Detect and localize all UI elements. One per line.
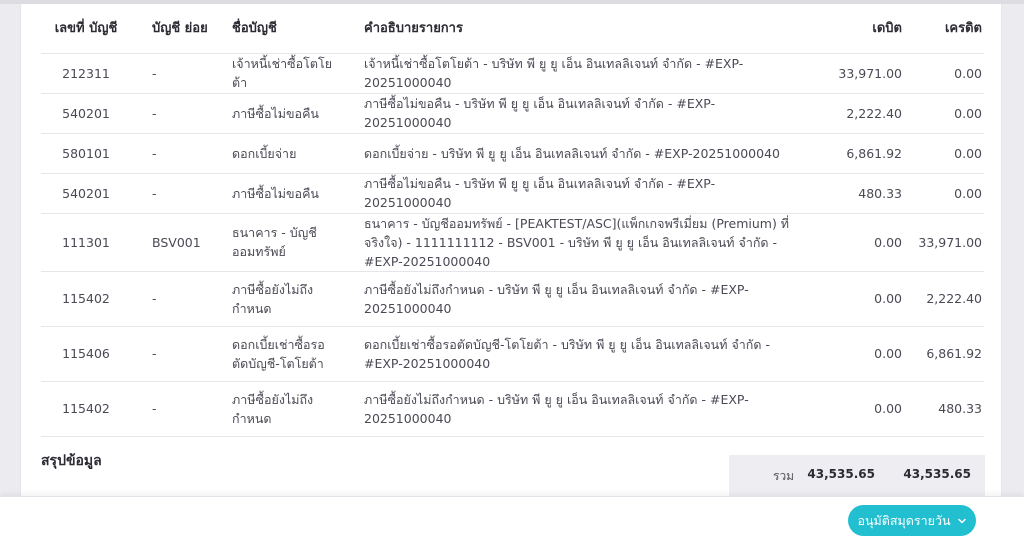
account-name-cell: ภาษีซื้อยังไม่ถึงกำหนด xyxy=(211,381,343,437)
sub-account-cell: - xyxy=(131,271,211,327)
header-account-name: ชื่อบัญชี xyxy=(211,4,343,54)
header-debit: เดบิต xyxy=(806,4,904,54)
sub-account-cell: - xyxy=(131,381,211,437)
credit-cell: 2,222.40 xyxy=(904,271,984,327)
debit-cell: 0.00 xyxy=(806,326,904,382)
account-name-cell: ดอกเบี้ยเช่าซื้อรอตัดบัญชี-โตโยต้า xyxy=(211,326,343,382)
account-no-cell: 212311 xyxy=(41,53,131,94)
summary-title: สรุปข้อมูล xyxy=(41,453,102,469)
description-cell: ภาษีซื้อไม่ขอคืน - บริษัท พี ยู ยู เอ็น … xyxy=(343,173,806,214)
table-row: 540201 - ภาษีซื้อไม่ขอคืน ภาษีซื้อไม่ขอค… xyxy=(41,173,984,214)
credit-cell: 6,861.92 xyxy=(904,326,984,382)
sub-account-cell: - xyxy=(131,93,211,134)
chevron-down-icon xyxy=(957,516,967,526)
action-footer: อนุมัติสมุดรายวัน xyxy=(0,496,1024,542)
account-name-cell: ดอกเบี้ยจ่าย xyxy=(211,133,343,174)
description-cell: ภาษีซื้อยังไม่ถึงกำหนด - บริษัท พี ยู ยู… xyxy=(343,271,806,327)
credit-cell: 0.00 xyxy=(904,133,984,174)
header-description: คำอธิบายรายการ xyxy=(343,4,806,54)
table-header-row: เลขที่ บัญชี บัญชี ย่อย ชื่อบัญชี คำอธิบ… xyxy=(41,4,984,54)
header-credit: เครดิต xyxy=(904,4,984,54)
credit-cell: 480.33 xyxy=(904,381,984,437)
table-row: 111301 BSV001 ธนาคาร - บัญชีออมทรัพย์ ธน… xyxy=(41,213,984,272)
account-no-cell: 115402 xyxy=(41,271,131,327)
sub-account-cell: - xyxy=(131,53,211,94)
description-cell: ภาษีซื้อยังไม่ถึงกำหนด - บริษัท พี ยู ยู… xyxy=(343,381,806,437)
table-row: 580101 - ดอกเบี้ยจ่าย ดอกเบี้ยจ่าย - บริ… xyxy=(41,133,984,174)
description-cell: ภาษีซื้อไม่ขอคืน - บริษัท พี ยู ยู เอ็น … xyxy=(343,93,806,134)
debit-cell: 0.00 xyxy=(806,271,904,327)
account-no-cell: 111301 xyxy=(41,213,131,272)
table-row: 115406 - ดอกเบี้ยเช่าซื้อรอตัดบัญชี-โตโย… xyxy=(41,326,984,382)
description-cell: เจ้าหนี้เช่าซื้อโตโยต้า - บริษัท พี ยู ย… xyxy=(343,53,806,94)
total-label: รวม xyxy=(773,469,795,483)
account-name-cell: ภาษีซื้อไม่ขอคืน xyxy=(211,93,343,134)
header-sub-account: บัญชี ย่อย xyxy=(131,4,211,54)
credit-cell: 0.00 xyxy=(904,173,984,214)
account-name-cell: ภาษีซื้อไม่ขอคืน xyxy=(211,173,343,214)
sub-account-cell: - xyxy=(131,326,211,382)
table-row: 115402 - ภาษีซื้อยังไม่ถึงกำหนด ภาษีซื้อ… xyxy=(41,381,984,437)
table-row: 115402 - ภาษีซื้อยังไม่ถึงกำหนด ภาษีซื้อ… xyxy=(41,271,984,327)
account-no-cell: 540201 xyxy=(41,93,131,134)
header-account-no: เลขที่ บัญชี xyxy=(41,4,131,54)
debit-cell: 33,971.00 xyxy=(806,53,904,94)
description-cell: ดอกเบี้ยจ่าย - บริษัท พี ยู ยู เอ็น อินเ… xyxy=(343,133,806,174)
journal-entry-card: เลขที่ บัญชี บัญชี ย่อย ชื่อบัญชี คำอธิบ… xyxy=(20,4,1002,496)
total-debit-value: 43,535.65 xyxy=(807,467,875,481)
account-no-cell: 115406 xyxy=(41,326,131,382)
credit-cell: 0.00 xyxy=(904,93,984,134)
journal-lines-table: เลขที่ บัญชี บัญชี ย่อย ชื่อบัญชี คำอธิบ… xyxy=(41,4,984,437)
table-row: 540201 - ภาษีซื้อไม่ขอคืน ภาษีซื้อไม่ขอค… xyxy=(41,93,984,134)
sub-account-cell: - xyxy=(131,173,211,214)
description-cell: ดอกเบี้ยเช่าซื้อรอตัดบัญชี-โตโยต้า - บริ… xyxy=(343,326,806,382)
debit-cell: 6,861.92 xyxy=(806,133,904,174)
debit-cell: 2,222.40 xyxy=(806,93,904,134)
account-no-cell: 115402 xyxy=(41,381,131,437)
account-name-cell: ภาษีซื้อยังไม่ถึงกำหนด xyxy=(211,271,343,327)
total-credit-value: 43,535.65 xyxy=(903,467,971,481)
approve-journal-button-label: อนุมัติสมุดรายวัน xyxy=(857,512,951,528)
sub-account-cell: BSV001 xyxy=(131,213,211,272)
approve-journal-button[interactable]: อนุมัติสมุดรายวัน xyxy=(848,505,976,536)
account-name-cell: เจ้าหนี้เช่าซื้อโตโยต้า xyxy=(211,53,343,94)
account-no-cell: 540201 xyxy=(41,173,131,214)
debit-cell: 480.33 xyxy=(806,173,904,214)
credit-cell: 0.00 xyxy=(904,53,984,94)
description-cell: ธนาคาร - บัญชีออมทรัพย์ - [PEAKTEST/ASC]… xyxy=(343,213,806,272)
debit-cell: 0.00 xyxy=(806,381,904,437)
table-row: 212311 - เจ้าหนี้เช่าซื้อโตโยต้า เจ้าหนี… xyxy=(41,53,984,94)
totals-row: รวม 43,535.65 43,535.65 xyxy=(729,455,985,496)
credit-cell: 33,971.00 xyxy=(904,213,984,272)
account-no-cell: 580101 xyxy=(41,133,131,174)
debit-cell: 0.00 xyxy=(806,213,904,272)
account-name-cell: ธนาคาร - บัญชีออมทรัพย์ xyxy=(211,213,343,272)
sub-account-cell: - xyxy=(131,133,211,174)
